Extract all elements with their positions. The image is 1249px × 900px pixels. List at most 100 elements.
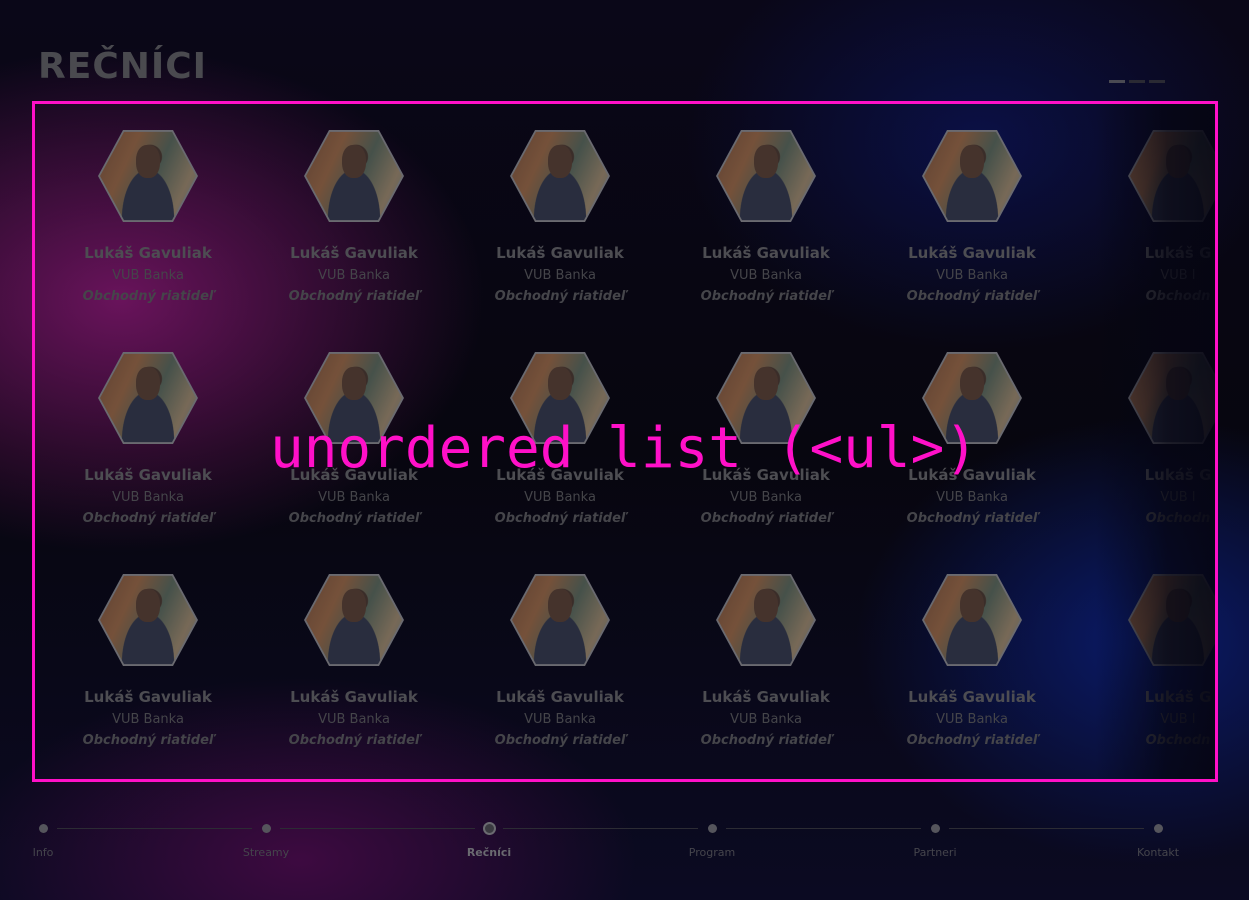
pager-dot-1[interactable] <box>1109 80 1125 83</box>
speaker-company: VUB I <box>1160 712 1196 727</box>
speaker-photo <box>510 570 610 670</box>
speaker-name: Lukáš Gavuliak <box>908 244 1036 262</box>
speaker-name: Lukáš Gavuliak <box>84 244 212 262</box>
speaker-card[interactable]: Lukáš Gavuliak VUB Banka Obchodný riatideľ <box>475 348 645 526</box>
nav-item-label[interactable]: Kontakt <box>1137 846 1179 859</box>
speaker-photo <box>304 348 404 448</box>
speaker-portrait <box>100 575 196 665</box>
pager-dot-3[interactable] <box>1149 80 1165 83</box>
speaker-company: VUB Banka <box>112 268 184 283</box>
speaker-portrait <box>924 575 1020 665</box>
speaker-company: VUB I <box>1160 490 1196 505</box>
speaker-portrait <box>718 353 814 443</box>
speaker-role: Obchodný riatideľ <box>82 289 214 304</box>
nav-item-label[interactable]: Rečníci <box>467 846 511 859</box>
speaker-card[interactable]: Lukáš Gavuliak VUB Banka Obchodný riatideľ <box>63 348 233 526</box>
speaker-portrait <box>306 353 402 443</box>
speaker-company: VUB Banka <box>318 490 390 505</box>
speaker-card[interactable]: Lukáš Gavuliak VUB Banka Obchodný riatideľ <box>63 126 233 304</box>
nav-dot-3[interactable] <box>483 822 496 835</box>
speaker-company: VUB Banka <box>730 712 802 727</box>
speaker-photo <box>1128 126 1215 226</box>
speaker-name: Lukáš Gavuliak <box>496 466 624 484</box>
speaker-portrait <box>306 131 402 221</box>
speaker-name: Lukáš Gavuliak <box>290 466 418 484</box>
speaker-photo <box>304 126 404 226</box>
speaker-role: Obchodný riatideľ <box>494 289 626 304</box>
speaker-card[interactable]: Lukáš G VUB I Obchodn <box>1093 348 1215 526</box>
speaker-portrait <box>924 131 1020 221</box>
nav-item-label[interactable]: Info <box>33 846 54 859</box>
speaker-company: VUB Banka <box>936 712 1008 727</box>
nav-connector-line <box>57 828 252 829</box>
speaker-card[interactable]: Lukáš Gavuliak VUB Banka Obchodný riatideľ <box>887 126 1057 304</box>
speaker-name: Lukáš Gavuliak <box>908 466 1036 484</box>
speaker-company: VUB I <box>1160 268 1196 283</box>
speaker-card[interactable]: Lukáš G VUB I Obchodn <box>1093 570 1215 748</box>
speaker-card[interactable]: Lukáš Gavuliak VUB Banka Obchodný riatideľ <box>63 570 233 748</box>
speaker-name: Lukáš Gavuliak <box>702 244 830 262</box>
speaker-card[interactable]: Lukáš G VUB I Obchodn <box>1093 126 1215 304</box>
speaker-card[interactable]: Lukáš Gavuliak VUB Banka Obchodný riatideľ <box>269 570 439 748</box>
speaker-role: Obchodný riatideľ <box>700 289 832 304</box>
speaker-name: Lukáš Gavuliak <box>290 244 418 262</box>
speaker-card[interactable]: Lukáš Gavuliak VUB Banka Obchodný riatideľ <box>681 126 851 304</box>
speaker-photo <box>716 570 816 670</box>
speaker-company: VUB Banka <box>524 712 596 727</box>
nav-dot-4[interactable] <box>708 824 717 833</box>
pager-dot-2[interactable] <box>1129 80 1145 83</box>
speaker-name: Lukáš Gavuliak <box>84 466 212 484</box>
speaker-portrait <box>100 131 196 221</box>
speaker-role: Obchodný riatideľ <box>494 733 626 748</box>
speaker-company: VUB Banka <box>318 268 390 283</box>
speaker-name: Lukáš G <box>1144 688 1212 706</box>
speaker-role: Obchodný riatideľ <box>906 733 1038 748</box>
speaker-role: Obchodný riatideľ <box>700 511 832 526</box>
speaker-photo <box>922 570 1022 670</box>
speaker-card[interactable]: Lukáš Gavuliak VUB Banka Obchodný riatideľ <box>475 570 645 748</box>
speaker-portrait <box>718 131 814 221</box>
speaker-card[interactable]: Lukáš Gavuliak VUB Banka Obchodný riatideľ <box>269 126 439 304</box>
speaker-role: Obchodný riatideľ <box>82 733 214 748</box>
speaker-photo <box>1128 348 1215 448</box>
speaker-name: Lukáš Gavuliak <box>908 688 1036 706</box>
speaker-portrait <box>1130 131 1215 221</box>
nav-dot-2[interactable] <box>262 824 271 833</box>
speaker-role: Obchodný riatideľ <box>906 511 1038 526</box>
nav-dot-6[interactable] <box>1154 824 1163 833</box>
speaker-photo <box>98 126 198 226</box>
speaker-name: Lukáš G <box>1144 244 1212 262</box>
speaker-card[interactable]: Lukáš Gavuliak VUB Banka Obchodný riatideľ <box>887 570 1057 748</box>
speaker-portrait <box>1130 575 1215 665</box>
nav-connector-line <box>280 828 475 829</box>
nav-connector-line <box>503 828 698 829</box>
nav-dot-1[interactable] <box>39 824 48 833</box>
speaker-name: Lukáš Gavuliak <box>496 244 624 262</box>
speaker-name: Lukáš G <box>1144 466 1212 484</box>
speaker-portrait <box>306 575 402 665</box>
speaker-portrait <box>924 353 1020 443</box>
speaker-card[interactable]: Lukáš Gavuliak VUB Banka Obchodný riatideľ <box>269 348 439 526</box>
speaker-company: VUB Banka <box>936 490 1008 505</box>
nav-item-label[interactable]: Program <box>689 846 735 859</box>
nav-item-label[interactable]: Streamy <box>243 846 289 859</box>
speaker-photo <box>304 570 404 670</box>
page-title: REČNÍCI <box>38 46 208 87</box>
speaker-card[interactable]: Lukáš Gavuliak VUB Banka Obchodný riatideľ <box>681 570 851 748</box>
speaker-role: Obchodný riatideľ <box>494 511 626 526</box>
speaker-name: Lukáš Gavuliak <box>290 688 418 706</box>
speaker-portrait <box>1130 353 1215 443</box>
nav-dot-5[interactable] <box>931 824 940 833</box>
speaker-role: Obchodn <box>1145 511 1211 526</box>
speaker-card[interactable]: Lukáš Gavuliak VUB Banka Obchodný riatideľ <box>887 348 1057 526</box>
nav-connector-line <box>726 828 921 829</box>
nav-connector-line <box>949 828 1144 829</box>
speaker-role: Obchodný riatideľ <box>288 289 420 304</box>
speaker-card[interactable]: Lukáš Gavuliak VUB Banka Obchodný riatideľ <box>681 348 851 526</box>
speaker-card[interactable]: Lukáš Gavuliak VUB Banka Obchodný riatideľ <box>475 126 645 304</box>
speaker-company: VUB Banka <box>112 490 184 505</box>
speaker-photo <box>716 348 816 448</box>
speaker-photo <box>510 348 610 448</box>
speaker-company: VUB Banka <box>112 712 184 727</box>
nav-item-label[interactable]: Partneri <box>913 846 956 859</box>
